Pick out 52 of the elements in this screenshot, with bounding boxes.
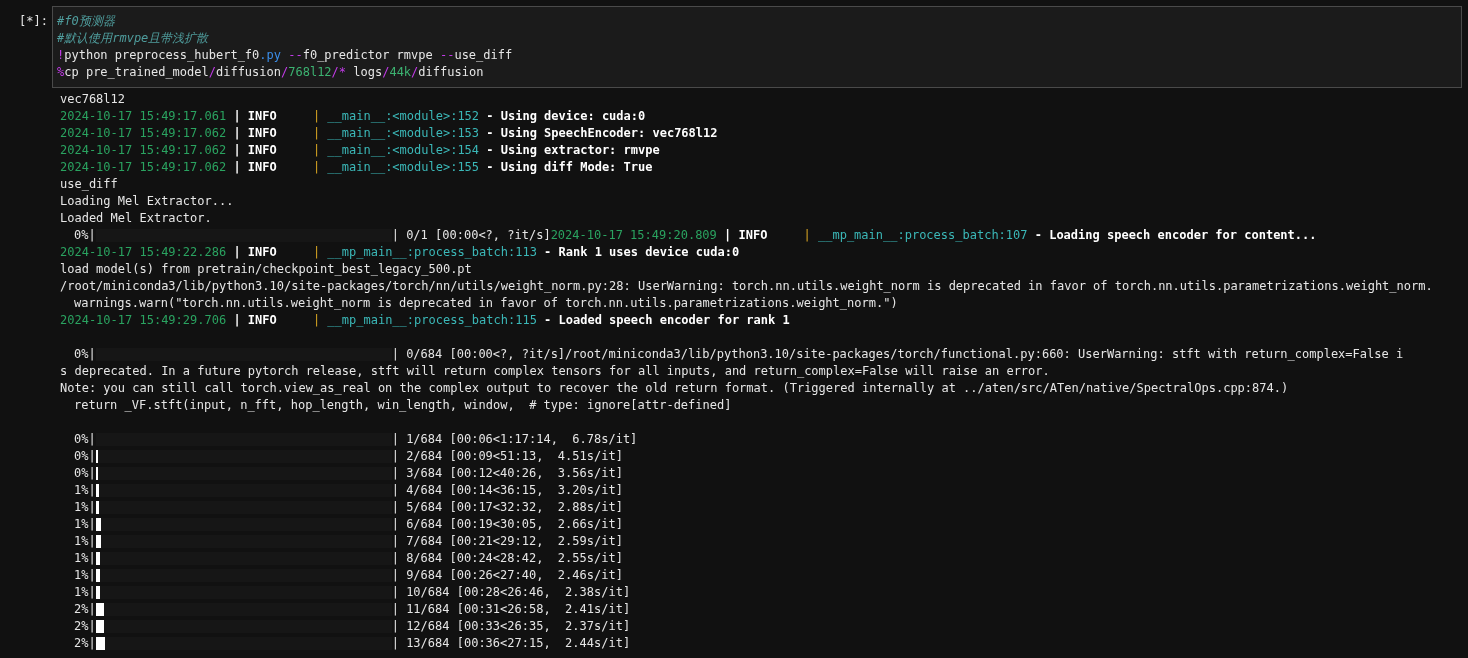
progress-status: | 1/684 [00:06<1:17:14, 6.78s/it] — [391, 431, 638, 448]
code-line: !python preprocess_hubert_f0.py --f0_predictor rmvpe --use_diff — [57, 47, 513, 64]
progress-status: | 2/684 [00:09<51:13, 4.51s/it] — [391, 448, 623, 465]
progress-percent: 1%| — [73, 499, 96, 516]
progress-percent: 2%| — [73, 635, 96, 652]
progress-status: | 13/684 [00:36<27:15, 2.44s/it] — [391, 635, 631, 652]
console-line: return _VF.stft(input, n_fft, hop_length, win_length, window, # type: ignore[attr-defined] — [73, 397, 732, 414]
console-line: Loading Mel Extractor... — [60, 193, 234, 210]
progress-percent: 1%| — [73, 482, 96, 499]
console-line: s deprecated. In a future pytorch release, stft will return complex tensors for all inputs, and return_complex=False will raise an error. — [60, 363, 1050, 380]
progress-percent: 0%| — [73, 448, 96, 465]
console-line: Note: you can still call torch.view_as_real on the complex output to recover the old return format. (Triggered internally at ../aten/src/ATen/native/SpectralOps.cpp:874.) — [60, 380, 1289, 397]
console-line: Loaded Mel Extractor. — [60, 210, 212, 227]
progress-status: | 6/684 [00:19<30:05, 2.66s/it] — [391, 516, 623, 533]
console-line: /root/miniconda3/lib/python3.10/site-packages/torch/nn/utils/weight_norm.py:28: UserWarning: torch.nn.utils.weight_norm is deprecated in favor of torch.nn.utils.parametrizations.weight_norm. — [60, 278, 1433, 295]
code-cell[interactable]: #f0预测器 #默认使用rmvpe且带浅扩散 !python preprocess_hubert_f0.py --f0_predictor rmvpe --use_diff %cp pre_trained_model/diffusion/768l12/* logs/44k/diffusion — [52, 6, 1462, 88]
console-line: load model(s) from pretrain/checkpoint_best_legacy_500.pt — [60, 261, 472, 278]
console-line: use_diff — [60, 176, 118, 193]
progress-status: | 3/684 [00:12<40:26, 3.56s/it] — [391, 465, 623, 482]
console-line: 2024-10-17 15:49:17.062 | INFO | __main__:<module>:153 - Using SpeechEncoder: vec768l12 — [60, 125, 718, 142]
console-line: 2024-10-17 15:49:22.286 | INFO | __mp_main__:process_batch:113 - Rank 1 uses device cuda:0 — [60, 244, 740, 261]
progress-status: | 11/684 [00:31<26:58, 2.41s/it] — [391, 601, 631, 618]
console-line: 2024-10-17 15:49:29.706 | INFO | __mp_main__:process_batch:115 - Loaded speech encoder for rank 1 — [60, 312, 790, 329]
progress-percent: 1%| — [73, 550, 96, 567]
progress-percent: 1%| — [73, 516, 96, 533]
progress-status: | 0/1 [00:00<?, ?it/s]2024-10-17 15:49:20.809 | INFO | __mp_main__:process_batch:107 - Loading speech encoder for content... — [391, 227, 1317, 244]
progress-percent: 1%| — [73, 584, 96, 601]
progress-percent: 0%| — [73, 346, 96, 363]
cell-prompt: [*]: — [18, 13, 48, 30]
progress-percent: 1%| — [73, 567, 96, 584]
progress-status: | 0/684 [00:00<?, ?it/s]/root/miniconda3/lib/python3.10/site-packages/torch/functional.py:660: UserWarning: stft with return_complex=False i — [391, 346, 1404, 363]
console-line: 2024-10-17 15:49:17.061 | INFO | __main__:<module>:152 - Using device: cuda:0 — [60, 108, 646, 125]
progress-percent: 0%| — [73, 227, 96, 244]
console-line: 2024-10-17 15:49:17.062 | INFO | __main__:<module>:154 - Using extractor: rmvpe — [60, 142, 660, 159]
progress-percent: 2%| — [73, 601, 96, 618]
progress-status: | 12/684 [00:33<26:35, 2.37s/it] — [391, 618, 631, 635]
progress-percent: 0%| — [73, 431, 96, 448]
code-line: #默认使用rmvpe且带浅扩散 — [57, 30, 209, 47]
progress-status: | 9/684 [00:26<27:40, 2.46s/it] — [391, 567, 623, 584]
progress-percent: 0%| — [73, 465, 96, 482]
console-line: 2024-10-17 15:49:17.062 | INFO | __main__:<module>:155 - Using diff Mode: True — [60, 159, 653, 176]
progress-status: | 4/684 [00:14<36:15, 3.20s/it] — [391, 482, 623, 499]
console-line: warnings.warn("torch.nn.utils.weight_norm is deprecated in favor of torch.nn.utils.parametrizations.weight_norm.") — [73, 295, 898, 312]
progress-percent: 2%| — [73, 618, 96, 635]
progress-status: | 10/684 [00:28<26:46, 2.38s/it] — [391, 584, 631, 601]
console-line: vec768l12 — [60, 91, 126, 108]
code-line: #f0预测器 — [57, 13, 115, 30]
progress-status: | 8/684 [00:24<28:42, 2.55s/it] — [391, 550, 623, 567]
progress-status: | 5/684 [00:17<32:32, 2.88s/it] — [391, 499, 623, 516]
code-line: %cp pre_trained_model/diffusion/768l12/* logs/44k/diffusion — [57, 64, 484, 81]
progress-percent: 1%| — [73, 533, 96, 550]
progress-status: | 7/684 [00:21<29:12, 2.59s/it] — [391, 533, 623, 550]
